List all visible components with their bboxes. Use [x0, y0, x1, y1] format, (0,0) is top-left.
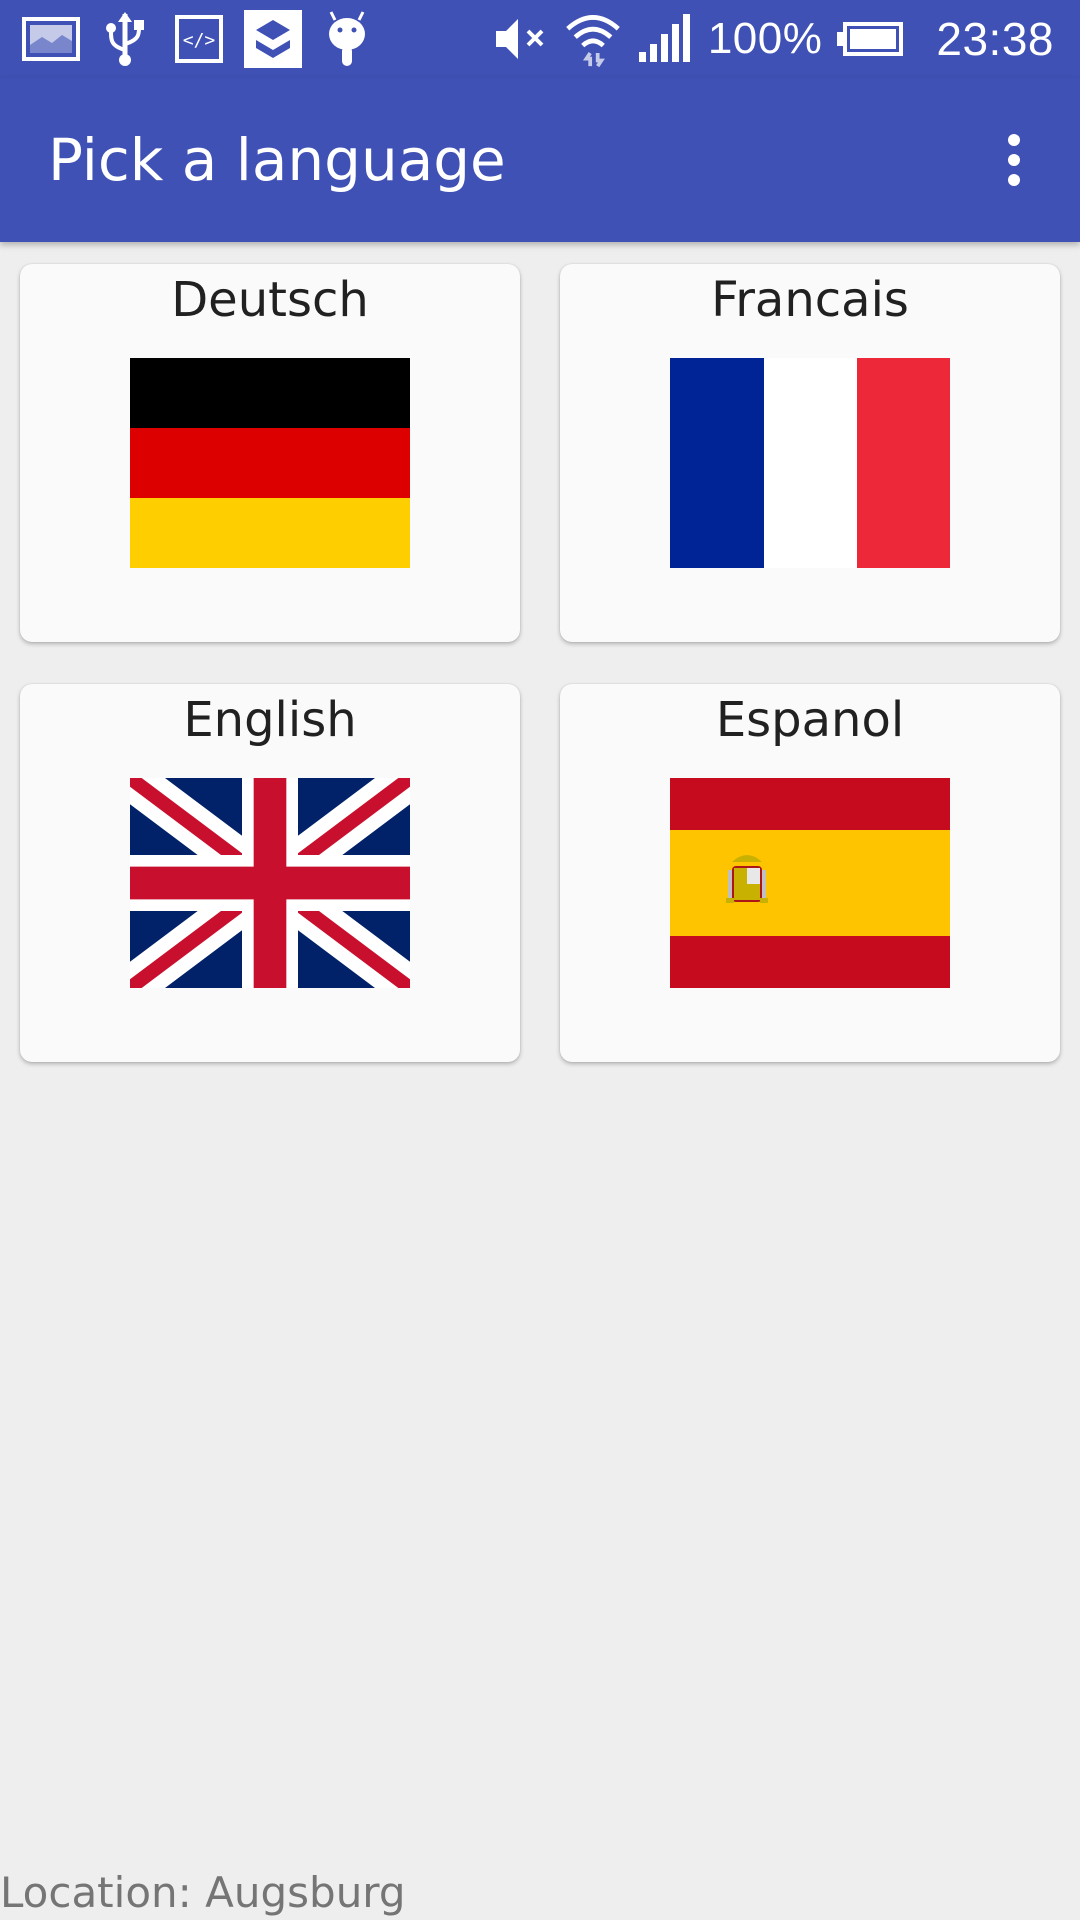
language-label: Espanol [715, 692, 905, 748]
svg-text:</>: </> [183, 30, 216, 51]
language-label: English [183, 692, 357, 748]
code-icon: </> [170, 12, 228, 66]
android-icon [318, 11, 376, 66]
germany-flag-icon [130, 358, 410, 568]
clock: 23:38 [936, 13, 1054, 65]
language-card-espanol[interactable]: Espanol [560, 684, 1060, 1062]
wifi-icon [564, 12, 622, 68]
app-bar: Pick a language [0, 78, 1080, 242]
app-store-icon [244, 10, 302, 68]
uk-flag-icon [130, 778, 410, 988]
page-title: Pick a language [48, 126, 506, 194]
language-card-francais[interactable]: Francais [560, 264, 1060, 642]
location-text: Location: Augsburg [0, 1868, 406, 1917]
france-flag-icon [670, 358, 950, 568]
language-card-english[interactable]: English [20, 684, 520, 1062]
language-card-deutsch[interactable]: Deutsch [20, 264, 520, 642]
status-bar-notifications: </> [22, 10, 376, 68]
spain-flag-icon [670, 778, 950, 988]
status-bar: </> 100% 23:38 [0, 0, 1080, 78]
signal-icon [636, 12, 694, 66]
usb-icon [96, 12, 154, 66]
battery-icon [836, 12, 904, 66]
language-label: Francais [711, 272, 909, 328]
battery-percent: 100% [707, 14, 823, 63]
status-bar-system: 100% 23:38 [492, 10, 1054, 68]
mute-icon [492, 12, 550, 66]
more-vert-icon[interactable] [978, 124, 1050, 196]
language-label: Deutsch [171, 272, 369, 328]
gallery-icon [22, 12, 80, 66]
